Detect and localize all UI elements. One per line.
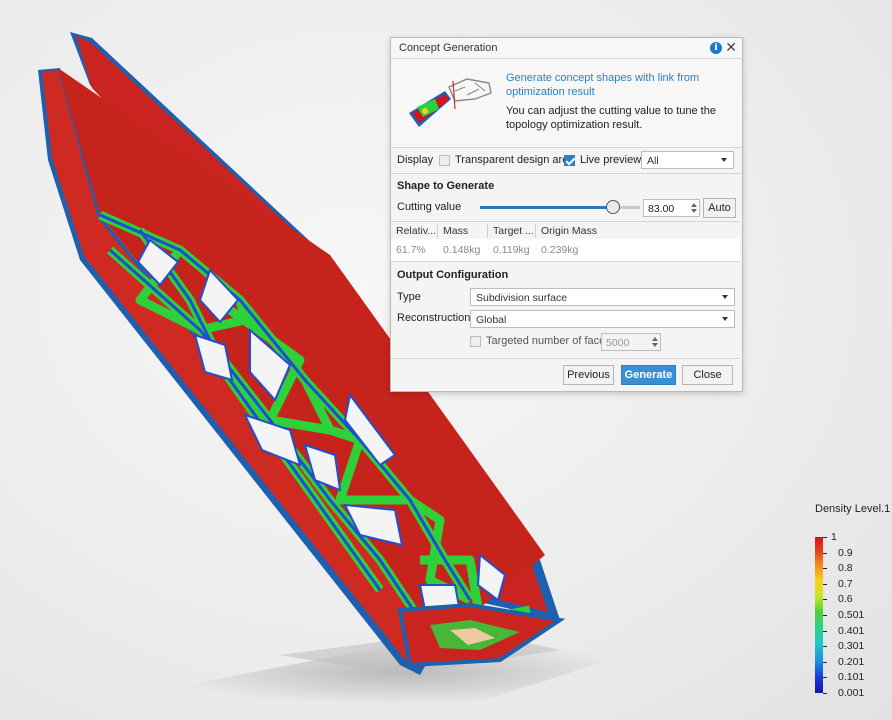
dialog-titlebar[interactable]: Concept Generation i ✕ — [391, 38, 742, 59]
type-label: Type — [397, 291, 421, 303]
type-value: Subdivision surface — [476, 292, 568, 304]
cutting-value-spinbox[interactable]: 83.00 — [643, 199, 700, 217]
reconstruction-label: Reconstruction — [397, 312, 471, 324]
density-color-bar — [815, 537, 823, 693]
info-icon[interactable]: i — [710, 42, 722, 54]
close-icon[interactable]: ✕ — [725, 39, 737, 56]
legend-tick-label: 0.6 — [838, 593, 853, 606]
reconstruction-value: Global — [476, 314, 507, 326]
cell-relative: 61.7% — [396, 244, 426, 256]
legend-tick-mark — [823, 583, 827, 585]
display-label: Display — [397, 154, 434, 166]
col-header-target[interactable]: Target ... — [493, 225, 534, 237]
col-header-origin-mass[interactable]: Origin Mass — [541, 225, 597, 237]
reconstruction-select[interactable]: Global — [470, 310, 735, 328]
transparent-design-checkbox[interactable] — [439, 155, 450, 166]
legend-tick-mark — [823, 646, 827, 648]
cell-target: 0.119kg — [493, 244, 530, 256]
live-preview-checkbox[interactable] — [564, 155, 575, 166]
targeted-faces-checkbox[interactable] — [470, 336, 481, 347]
chevron-down-icon — [722, 295, 728, 299]
slider-fill — [480, 206, 613, 209]
live-preview-label: Live preview — [580, 154, 642, 166]
legend-tick-mark — [823, 615, 827, 616]
close-button[interactable]: Close — [682, 365, 733, 385]
col-header-mass[interactable]: Mass — [443, 225, 468, 237]
targeted-faces-label: Targeted number of faces — [486, 335, 611, 347]
display-row: Display Transparent design area Live pre… — [391, 148, 742, 174]
cutting-value-slider[interactable] — [480, 200, 640, 214]
output-heading: Output Configuration — [397, 269, 509, 281]
shape-heading: Shape to Generate — [397, 180, 495, 192]
column-divider — [487, 224, 488, 238]
previous-button[interactable]: Previous — [563, 365, 614, 385]
spin-up-icon[interactable] — [652, 337, 658, 341]
targeted-faces-spinbox[interactable]: 5000 — [601, 333, 661, 351]
legend-tick-mark — [823, 537, 827, 538]
column-divider — [437, 224, 438, 238]
legend-tick-mark — [823, 552, 827, 554]
legend-tick-mark — [823, 677, 827, 679]
legend-tick-label: 0.201 — [838, 655, 865, 668]
intro-link[interactable]: Generate concept shapes with link from o… — [506, 71, 726, 99]
legend-tick-label: 0.001 — [838, 687, 865, 699]
cell-origin-mass: 0.239kg — [541, 244, 579, 256]
legend-tick-label: 0.9 — [838, 546, 853, 559]
column-divider — [535, 224, 536, 238]
table-row[interactable]: 61.7% 0.148kg 0.119kg 0.239kg — [391, 239, 740, 262]
chevron-down-icon — [721, 158, 727, 162]
legend-tick-label: 0.301 — [838, 640, 865, 653]
chevron-down-icon — [722, 317, 728, 321]
legend-title: Density Level.1 — [815, 503, 891, 515]
legend-tick-mark — [823, 693, 827, 694]
dialog-title: Concept Generation — [399, 42, 498, 54]
cutting-value-label: Cutting value — [397, 201, 462, 213]
spin-up-icon[interactable] — [691, 203, 697, 207]
display-filter-value: All — [647, 155, 659, 167]
concept-generation-dialog: Concept Generation i ✕ Generate concept … — [390, 37, 743, 392]
legend-tick-label: 1 — [831, 531, 837, 543]
legend-tick-mark — [823, 630, 827, 632]
legend-tick-mark — [823, 661, 827, 663]
spin-down-icon[interactable] — [652, 343, 658, 347]
results-table-header: Relativ... Mass Target ... Origin Mass — [391, 221, 740, 240]
legend-tick-mark — [823, 568, 827, 570]
legend-tick-label: 0.501 — [838, 609, 865, 621]
intro-section: Generate concept shapes with link from o… — [391, 59, 742, 148]
legend-tick-label: 0.8 — [838, 562, 853, 575]
auto-button[interactable]: Auto — [703, 198, 736, 218]
cutting-value-text: 83.00 — [648, 203, 675, 215]
concept-thumbnail-image — [409, 78, 492, 127]
legend-tick-label: 0.7 — [838, 577, 853, 590]
intro-description: You can adjust the cutting value to tune… — [506, 105, 716, 131]
cell-mass: 0.148kg — [443, 244, 481, 256]
slider-handle[interactable] — [605, 200, 620, 214]
display-filter-select[interactable]: All — [641, 151, 734, 169]
legend-tick-mark — [823, 599, 827, 601]
spin-down-icon[interactable] — [691, 209, 697, 213]
legend-tick-label: 0.101 — [838, 671, 865, 684]
generate-button[interactable]: Generate — [621, 365, 676, 385]
targeted-faces-value: 5000 — [606, 337, 630, 349]
transparent-design-label: Transparent design area — [455, 154, 575, 166]
footer-divider — [391, 358, 740, 359]
col-header-relative[interactable]: Relativ... — [396, 225, 436, 237]
type-select[interactable]: Subdivision surface — [470, 288, 735, 306]
legend-tick-label: 0.401 — [838, 624, 865, 637]
